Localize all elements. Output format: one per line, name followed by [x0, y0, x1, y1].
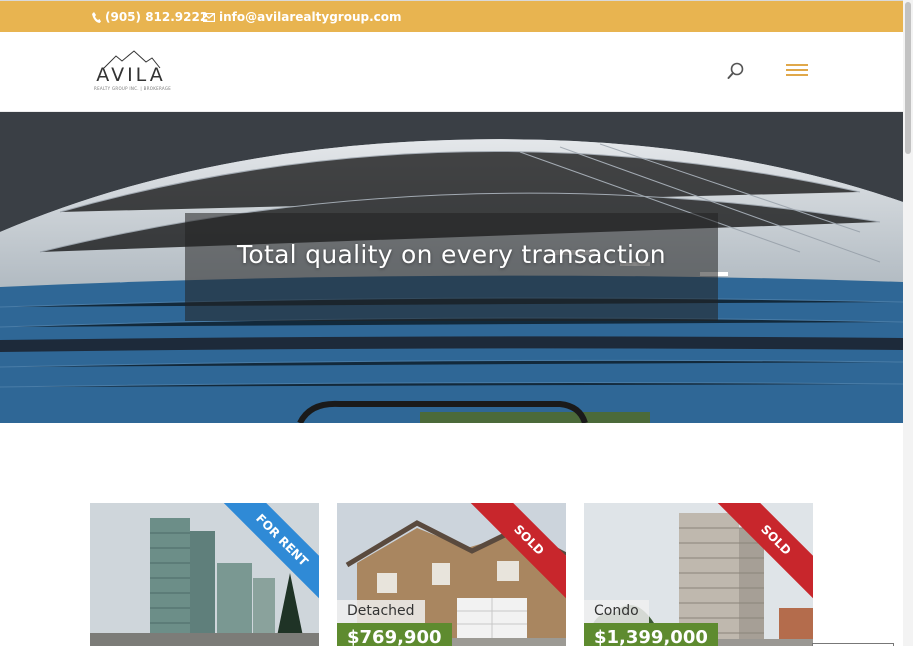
search-icon — [727, 62, 744, 79]
search-button[interactable] — [727, 62, 745, 80]
listing-card[interactable]: SOLD Condo $1,399,000 — [584, 503, 813, 646]
page-scrollbar[interactable] — [903, 0, 913, 646]
hamburger-menu-button[interactable] — [786, 61, 808, 81]
scrollbar-thumb[interactable] — [905, 2, 911, 154]
hero-title: Total quality on every transaction — [237, 240, 666, 269]
envelope-icon — [203, 12, 215, 22]
phone-link[interactable]: (905) 812.9222 — [92, 10, 208, 24]
phone-icon — [92, 11, 101, 23]
property-type-label: Detached — [337, 600, 425, 623]
site-logo[interactable]: AVILA REALTY GROUP INC. | BROKERAGE — [94, 50, 172, 94]
email-address: info@avilarealtygroup.com — [219, 10, 402, 24]
phone-number: (905) 812.9222 — [105, 10, 209, 24]
top-contact-bar: (905) 812.9222 info@avilarealtygroup.com — [0, 0, 903, 32]
price-tag: $1,399,000 — [584, 623, 718, 646]
listing-card[interactable]: SOLD Detached $769,900 — [337, 503, 566, 646]
property-type-label: Condo — [584, 600, 649, 623]
listing-card[interactable]: FOR RENT — [90, 503, 319, 646]
hamburger-menu-icon — [786, 64, 808, 76]
email-link[interactable]: info@avilarealtygroup.com — [203, 10, 402, 24]
site-header: AVILA REALTY GROUP INC. | BROKERAGE — [0, 32, 903, 112]
price-tag: $769,900 — [337, 623, 452, 646]
logo-wordmark: AVILA — [96, 64, 166, 86]
logo-tagline: REALTY GROUP INC. | BROKERAGE — [94, 86, 172, 91]
hero-caption-box: Total quality on every transaction — [185, 213, 718, 321]
hero-banner: Total quality on every transaction — [0, 112, 903, 423]
